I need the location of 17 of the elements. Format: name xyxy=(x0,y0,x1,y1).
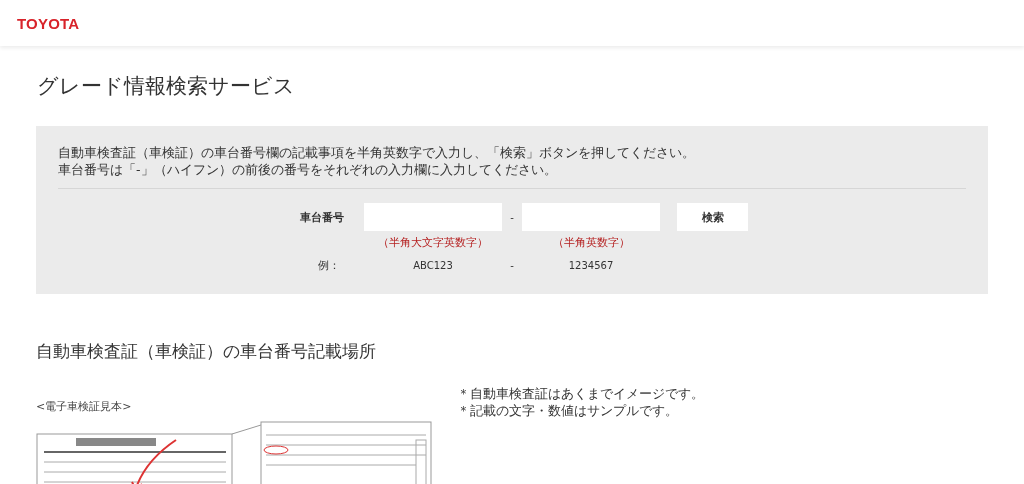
input-hint: （半角英数字） xyxy=(551,235,631,250)
separator-text: - xyxy=(509,211,515,223)
image-caption: <電子車検証見本> xyxy=(36,399,133,414)
input-hint: （半角大文字英数字） xyxy=(377,235,489,250)
example-label: 例： xyxy=(317,258,341,273)
section-heading: 自動車検査証（車検証）の車台番号記載場所 xyxy=(36,340,377,363)
field-label: 車台番号 xyxy=(299,209,345,225)
instruction-text: 自動車検査証（車検証）の車台番号欄の記載事項を半角英数字で入力し、「検索」ボタンを押してください。 xyxy=(58,144,696,161)
note-text: ＊記載の文字・数値はサンプルです。 xyxy=(457,402,679,419)
instruction-text: 車台番号は「-」（ハイフン）の前後の番号をそれぞれの入力欄に入力してください。 xyxy=(58,161,558,178)
example-text: 1234567 xyxy=(567,260,615,271)
note-text: ＊自動車検査証はあくまでイメージです。 xyxy=(457,385,704,402)
page-title: グレード情報検索サービス xyxy=(37,73,296,100)
example-text: ABC123 xyxy=(412,260,454,271)
logo[interactable]: TOYOTA xyxy=(17,14,80,32)
separator-text: - xyxy=(509,260,515,271)
search-button[interactable]: 検索 xyxy=(677,203,748,231)
